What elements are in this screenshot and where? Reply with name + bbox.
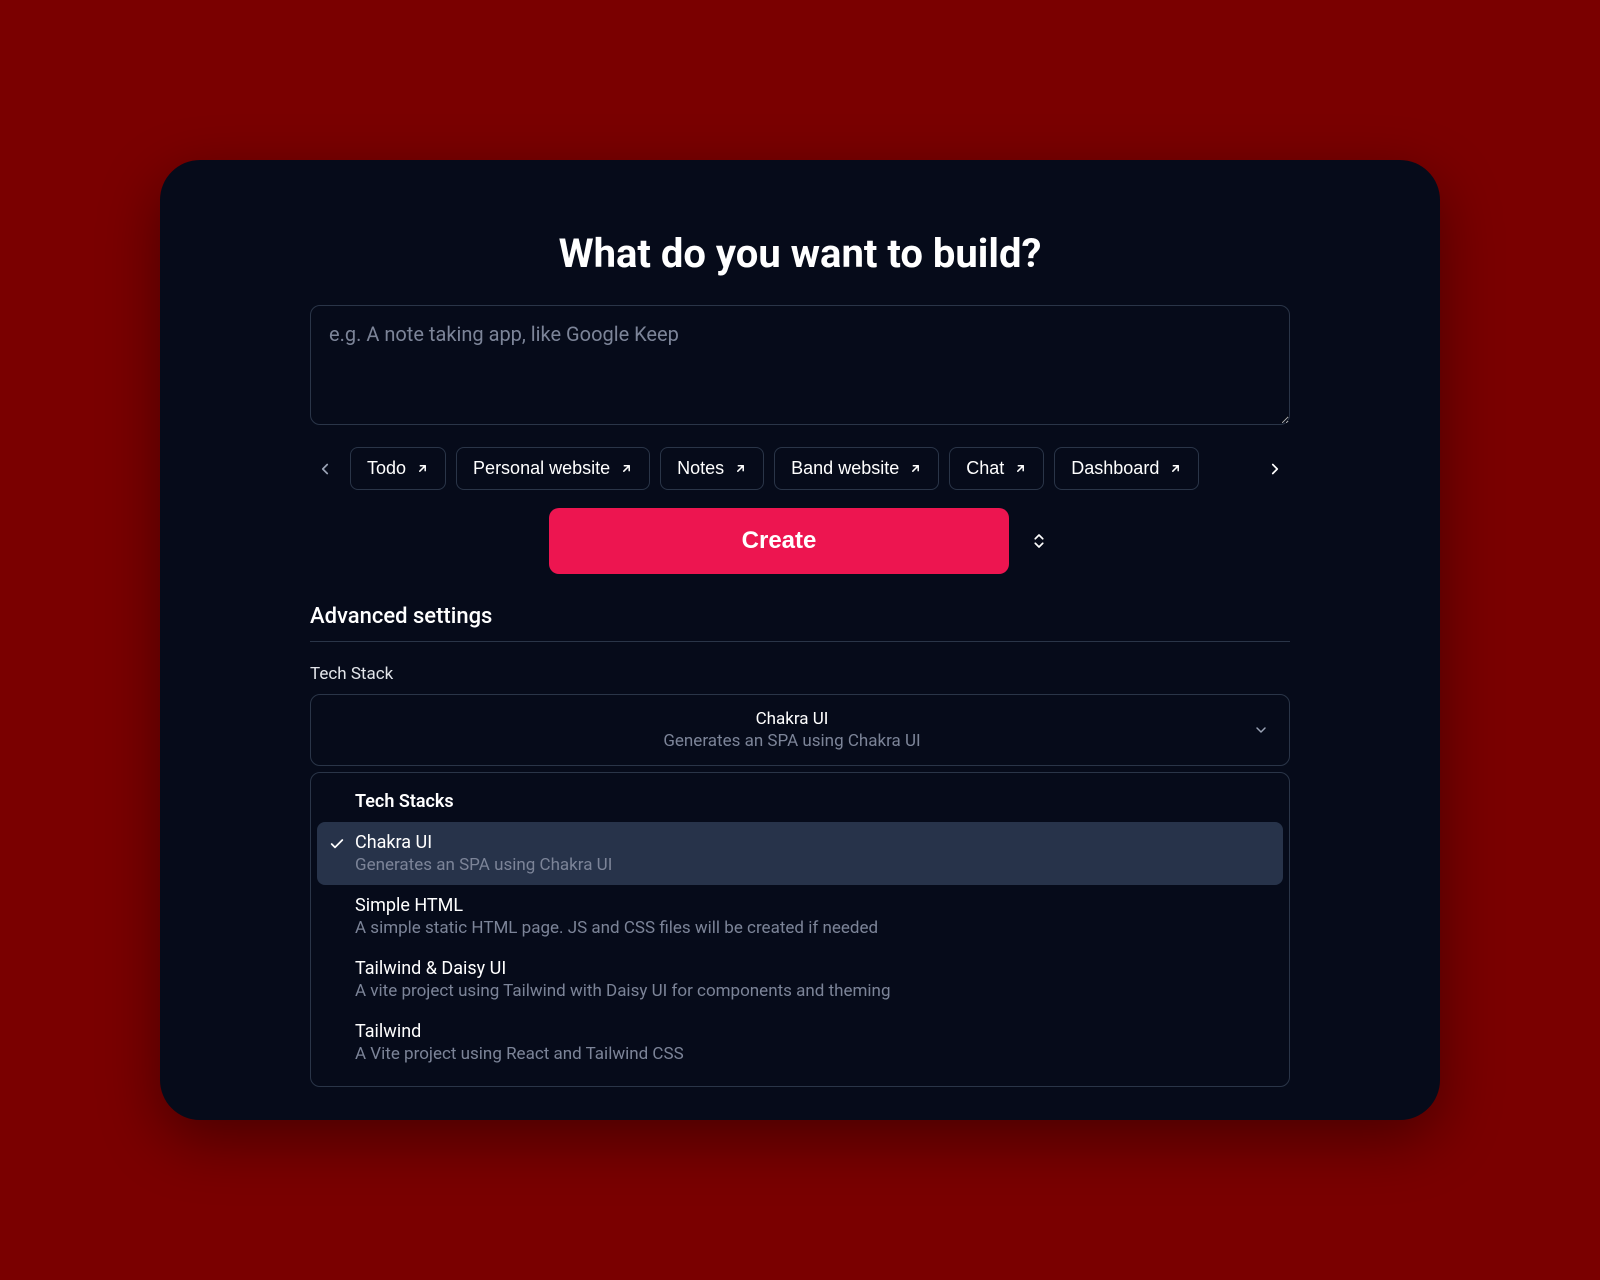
option-desc: A Vite project using React and Tailwind … (355, 1044, 1269, 1064)
chip-dashboard[interactable]: Dashboard (1054, 447, 1199, 490)
tech-stack-label: Tech Stack (310, 664, 1290, 684)
chevrons-up-down-icon (1030, 532, 1048, 550)
chip-label: Dashboard (1071, 458, 1159, 479)
tech-stack-select[interactable]: Chakra UI Generates an SPA using Chakra … (310, 694, 1290, 766)
tech-stack-option-chakra[interactable]: Chakra UI Generates an SPA using Chakra … (317, 822, 1283, 885)
chevron-right-icon (1266, 460, 1284, 478)
chevron-down-icon (1253, 722, 1269, 738)
arrow-up-right-icon (734, 462, 747, 475)
arrow-up-right-icon (1169, 462, 1182, 475)
tech-stack-selected-desc: Generates an SPA using Chakra UI (331, 731, 1253, 751)
option-desc: A simple static HTML page. JS and CSS fi… (355, 918, 1269, 938)
tech-stack-option-tailwind-daisy[interactable]: Tailwind & Daisy UI A vite project using… (311, 948, 1289, 1011)
arrow-up-right-icon (620, 462, 633, 475)
page-title: What do you want to build? (310, 230, 1290, 277)
arrow-up-right-icon (416, 462, 429, 475)
option-desc: Generates an SPA using Chakra UI (355, 855, 1263, 875)
arrow-up-right-icon (1014, 462, 1027, 475)
chip-label: Notes (677, 458, 724, 479)
tech-stack-option-tailwind[interactable]: Tailwind A Vite project using React and … (311, 1011, 1289, 1074)
chevron-left-icon (316, 460, 334, 478)
option-name: Simple HTML (355, 895, 1269, 916)
chips-scroll-left-button[interactable] (310, 448, 340, 490)
tech-stack-group-label: Tech Stacks (311, 791, 1289, 822)
advanced-settings-title: Advanced settings (310, 604, 1290, 642)
option-name: Tailwind & Daisy UI (355, 958, 1269, 979)
builder-panel: What do you want to build? Todo Personal… (160, 160, 1440, 1120)
chip-todo[interactable]: Todo (350, 447, 446, 490)
chips-scroll-right-button[interactable] (1260, 448, 1290, 490)
prompt-input[interactable] (310, 305, 1290, 425)
suggestion-chips-row: Todo Personal website Notes Band website… (310, 447, 1290, 490)
suggestion-chips: Todo Personal website Notes Band website… (350, 447, 1250, 490)
chip-label: Band website (791, 458, 899, 479)
create-button[interactable]: Create (549, 508, 1009, 574)
chip-notes[interactable]: Notes (660, 447, 764, 490)
chip-label: Chat (966, 458, 1004, 479)
option-desc: A vite project using Tailwind with Daisy… (355, 981, 1269, 1001)
chip-band-website[interactable]: Band website (774, 447, 939, 490)
tech-stack-option-simple-html[interactable]: Simple HTML A simple static HTML page. J… (311, 885, 1289, 948)
chip-label: Todo (367, 458, 406, 479)
tech-stack-selected-name: Chakra UI (331, 709, 1253, 729)
chip-personal-website[interactable]: Personal website (456, 447, 650, 490)
check-icon (329, 836, 345, 852)
option-name: Chakra UI (355, 832, 1263, 853)
create-row: Create (310, 508, 1290, 574)
arrow-up-right-icon (909, 462, 922, 475)
tech-stack-selected: Chakra UI Generates an SPA using Chakra … (331, 709, 1253, 751)
chip-label: Personal website (473, 458, 610, 479)
chip-chat[interactable]: Chat (949, 447, 1044, 490)
create-options-button[interactable] (1027, 529, 1051, 553)
tech-stack-dropdown: Tech Stacks Chakra UI Generates an SPA u… (310, 772, 1290, 1087)
option-name: Tailwind (355, 1021, 1269, 1042)
